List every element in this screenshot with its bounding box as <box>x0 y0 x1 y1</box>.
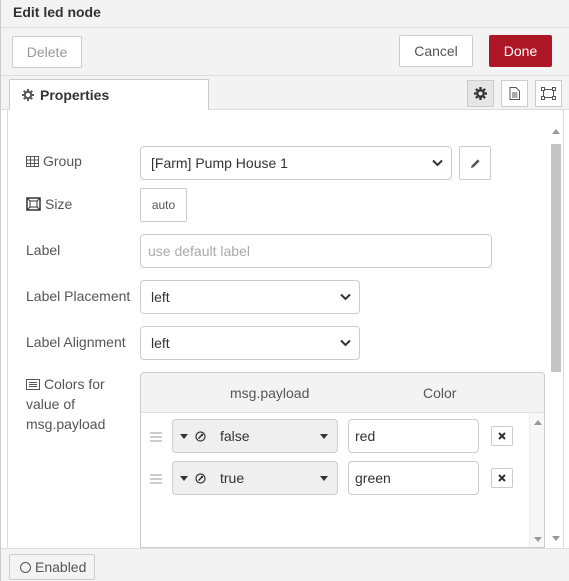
remove-row-button[interactable] <box>491 468 513 488</box>
remove-row-button[interactable] <box>491 426 513 446</box>
tray-title: Edit led node <box>13 4 101 20</box>
size-button[interactable]: auto <box>140 188 187 222</box>
size-label-text: Size <box>45 196 73 212</box>
payload-typed-input[interactable]: true <box>172 461 338 495</box>
drag-handle-icon[interactable] <box>150 432 162 442</box>
tab-properties[interactable]: Properties <box>9 79 209 111</box>
group-select[interactable]: [Farm] Pump House 1 <box>140 146 452 180</box>
tray-footer: Enabled <box>1 548 569 581</box>
scroll-up-arrow[interactable] <box>534 420 542 425</box>
tab-bar: Properties <box>1 76 569 111</box>
gear-icon <box>474 87 487 100</box>
colors-label-line-2: value of <box>26 396 76 412</box>
scroll-down-arrow[interactable] <box>552 536 560 541</box>
edit-group-button[interactable] <box>459 146 491 180</box>
resize-icon <box>26 197 41 211</box>
scroll-thumb[interactable] <box>551 144 561 372</box>
colors-list-scrollbar[interactable] <box>529 413 544 547</box>
chevron-down-icon <box>432 159 443 167</box>
colors-list-items: false red true green <box>141 413 529 547</box>
group-label-text: Group <box>43 153 82 169</box>
value-dropdown-caret-icon <box>320 476 328 481</box>
label-label: Label <box>26 242 61 258</box>
tab-appearance[interactable] <box>535 80 562 107</box>
placement-select[interactable]: left <box>140 280 360 314</box>
table-icon <box>26 155 39 167</box>
colors-list-header: msg.payload Color <box>141 373 544 413</box>
circle-icon <box>20 561 31 573</box>
alignment-select-value: left <box>151 335 170 351</box>
tray-header: Edit led node <box>1 0 569 28</box>
list-icon <box>26 378 40 390</box>
scroll-up-arrow[interactable] <box>552 129 560 134</box>
close-icon <box>498 474 506 482</box>
panel-scrollbar[interactable] <box>549 124 564 548</box>
enabled-label: Enabled <box>35 559 87 575</box>
edit-tray: Edit led node Delete Cancel Done Propert… <box>0 0 569 581</box>
delete-button[interactable]: Delete <box>12 36 82 68</box>
tab-description[interactable] <box>501 80 528 107</box>
alignment-select[interactable]: left <box>140 326 360 360</box>
boolean-type-icon <box>195 431 206 442</box>
group-select-value: [Farm] Pump House 1 <box>151 155 288 171</box>
color-input[interactable]: green <box>348 461 479 495</box>
column-header-payload: msg.payload <box>230 385 310 401</box>
boolean-type-icon <box>195 473 206 484</box>
scroll-down-arrow[interactable] <box>534 537 542 542</box>
chevron-down-icon <box>340 293 351 301</box>
enabled-toggle[interactable]: Enabled <box>9 554 95 580</box>
colors-label-line-1: Colors for <box>44 376 105 392</box>
type-dropdown-caret-icon <box>180 434 188 439</box>
payload-value: false <box>220 428 250 444</box>
payload-typed-input[interactable]: false <box>172 419 338 453</box>
close-icon <box>498 432 506 440</box>
tray-toolbar: Delete Cancel Done <box>1 28 569 76</box>
size-label: Size <box>26 196 72 212</box>
alignment-label: Label Alignment <box>26 334 126 350</box>
payload-value: true <box>220 470 245 486</box>
tab-settings[interactable] <box>467 80 494 107</box>
color-input[interactable]: red <box>348 419 479 453</box>
column-header-color: Color <box>423 385 457 401</box>
value-dropdown-caret-icon <box>320 434 328 439</box>
type-dropdown-caret-icon <box>180 476 188 481</box>
cog-icon <box>22 89 34 101</box>
placement-select-value: left <box>151 289 170 305</box>
tab-properties-label: Properties <box>40 87 110 103</box>
cancel-button[interactable]: Cancel <box>399 35 473 67</box>
group-label: Group <box>26 153 82 169</box>
label-input[interactable]: use default label <box>140 234 492 268</box>
appearance-icon <box>541 87 556 100</box>
chevron-down-icon <box>340 339 351 347</box>
colors-list: msg.payload Color false red true green <box>140 372 545 548</box>
placement-label: Label Placement <box>26 288 131 304</box>
drag-handle-icon[interactable] <box>150 474 162 484</box>
colors-label: Colors for value of msg.payload <box>26 374 105 434</box>
done-button[interactable]: Done <box>489 35 552 67</box>
pencil-icon <box>470 158 480 168</box>
description-icon <box>509 87 520 100</box>
colors-label-line-3: msg.payload <box>26 416 106 432</box>
